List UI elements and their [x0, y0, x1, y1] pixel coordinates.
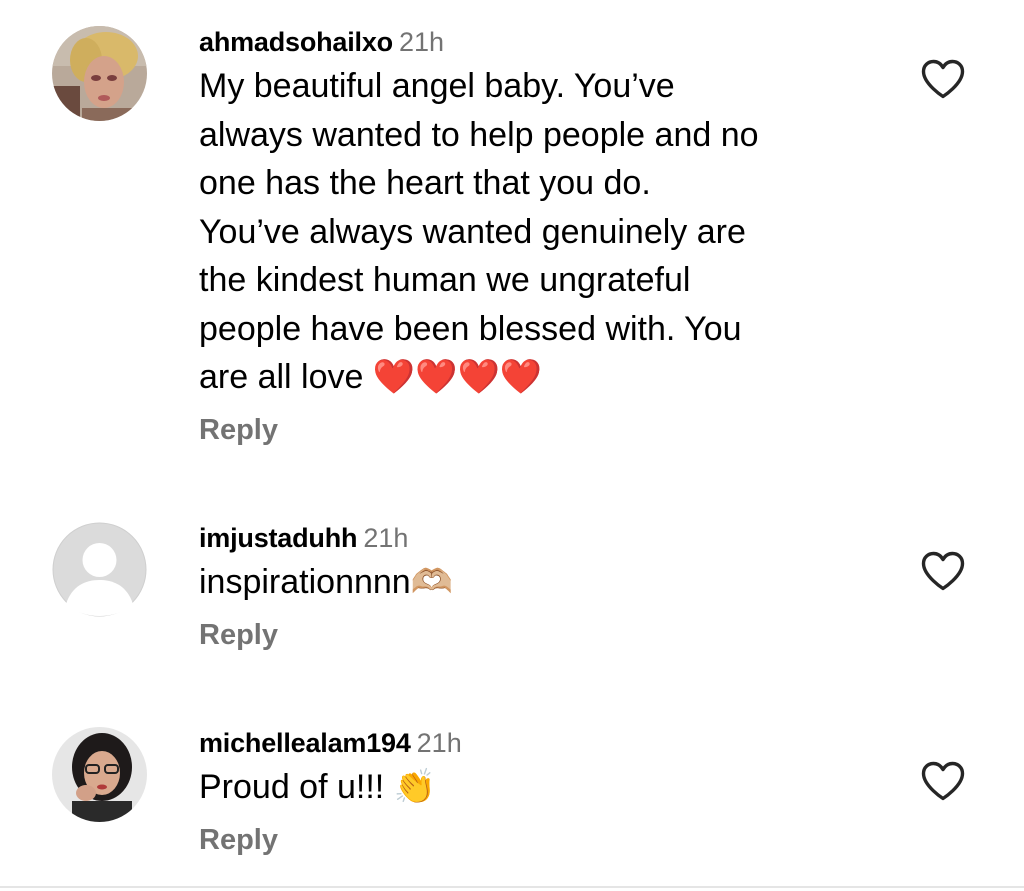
avatar[interactable] — [52, 26, 147, 121]
heart-outline-icon — [921, 761, 965, 801]
like-button[interactable] — [920, 58, 966, 100]
heart-outline-icon — [921, 59, 965, 99]
reply-button[interactable]: Reply — [199, 615, 278, 655]
comment-text: inspirationnnn🫶🏼 — [199, 563, 454, 601]
comment-body: ahmadsohailxo 21h My beautiful angel baby… — [199, 22, 879, 450]
reply-button[interactable]: Reply — [199, 820, 278, 860]
comment-time: 21h — [416, 728, 462, 758]
username[interactable]: imjustaduhh — [199, 523, 358, 553]
like-button[interactable] — [920, 550, 966, 592]
avatar[interactable] — [52, 727, 147, 822]
comment-meta: michellealam194 21h — [199, 723, 879, 763]
like-button[interactable] — [920, 760, 966, 802]
divider — [0, 886, 1024, 888]
comment-list: ahmadsohailxo 21h My beautiful angel baby… — [0, 0, 1024, 891]
comment-text: My beautiful angel baby. You’ve always w… — [199, 67, 759, 396]
username[interactable]: ahmadsohailxo — [199, 27, 393, 57]
avatar-photo — [52, 727, 147, 822]
comment-time: 21h — [363, 523, 409, 553]
reply-button[interactable]: Reply — [199, 410, 278, 450]
comment-time: 21h — [398, 27, 445, 57]
heart-outline-icon — [921, 551, 965, 591]
comment-meta: imjustaduhh 21h — [199, 518, 879, 558]
comment-meta: ahmadsohailxo 21h — [199, 22, 879, 62]
username[interactable]: michellealam194 — [199, 728, 411, 758]
avatar[interactable] — [52, 522, 147, 617]
comment-text: Proud of u!!! 👏 — [199, 768, 437, 806]
default-avatar-icon — [52, 522, 147, 617]
comment-body: michellealam194 21h Proud of u!!! 👏 Reply — [199, 723, 879, 860]
comment-body: imjustaduhh 21h inspirationnnn🫶🏼 Reply — [199, 518, 879, 655]
avatar-photo — [52, 26, 147, 121]
